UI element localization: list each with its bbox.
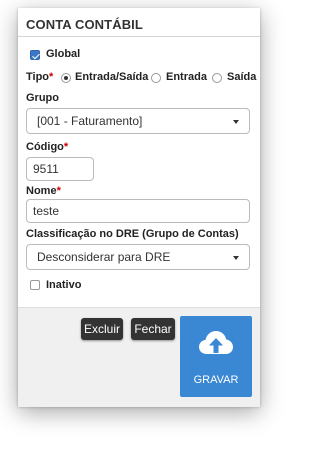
classificacao-select-value: Desconsiderar para DRE bbox=[37, 250, 171, 264]
tipo-option-entrada-saida-label: Entrada/Saída bbox=[75, 71, 149, 83]
page-title: CONTA CONTÁBIL bbox=[26, 17, 143, 32]
form-area: Global Tipo* Entrada/Saída Entrada Saída… bbox=[18, 37, 260, 307]
chevron-down-icon bbox=[233, 120, 239, 124]
panel-header: CONTA CONTÁBIL bbox=[18, 8, 260, 37]
grupo-select-value: [001 - Faturamento] bbox=[37, 114, 143, 128]
global-label: Global bbox=[46, 48, 81, 60]
excluir-button[interactable]: Excluir bbox=[81, 318, 123, 340]
cloud-upload-icon bbox=[199, 331, 233, 354]
inativo-checkbox[interactable] bbox=[30, 280, 40, 290]
chevron-down-icon bbox=[233, 256, 239, 260]
classificacao-label: Classificação no DRE (Grupo de Contas) bbox=[26, 228, 239, 240]
tipo-radio-entrada[interactable] bbox=[151, 73, 161, 83]
tipo-radio-entrada-saida[interactable] bbox=[61, 73, 71, 83]
tipo-label: Tipo* bbox=[26, 71, 54, 83]
inativo-label: Inativo bbox=[46, 279, 82, 291]
gravar-label: GRAVAR bbox=[193, 374, 239, 386]
tipo-option-saida-label: Saída bbox=[227, 71, 257, 83]
codigo-label: Código* bbox=[26, 141, 69, 153]
tipo-radio-saida[interactable] bbox=[212, 73, 222, 83]
tipo-option-entrada-label: Entrada bbox=[166, 71, 207, 83]
grupo-label: Grupo bbox=[26, 92, 59, 104]
conta-contabil-panel: CONTA CONTÁBIL Global Tipo* Entrada/Saíd… bbox=[18, 8, 260, 407]
nome-input[interactable]: teste bbox=[26, 199, 250, 223]
gravar-button[interactable]: GRAVAR bbox=[180, 316, 252, 397]
classificacao-select[interactable]: Desconsiderar para DRE bbox=[26, 244, 250, 270]
nome-label: Nome* bbox=[26, 185, 61, 197]
codigo-input[interactable]: 9511 bbox=[26, 157, 94, 181]
global-checkbox[interactable] bbox=[30, 50, 40, 60]
fechar-button[interactable]: Fechar bbox=[131, 318, 175, 340]
grupo-select[interactable]: [001 - Faturamento] bbox=[26, 108, 250, 134]
